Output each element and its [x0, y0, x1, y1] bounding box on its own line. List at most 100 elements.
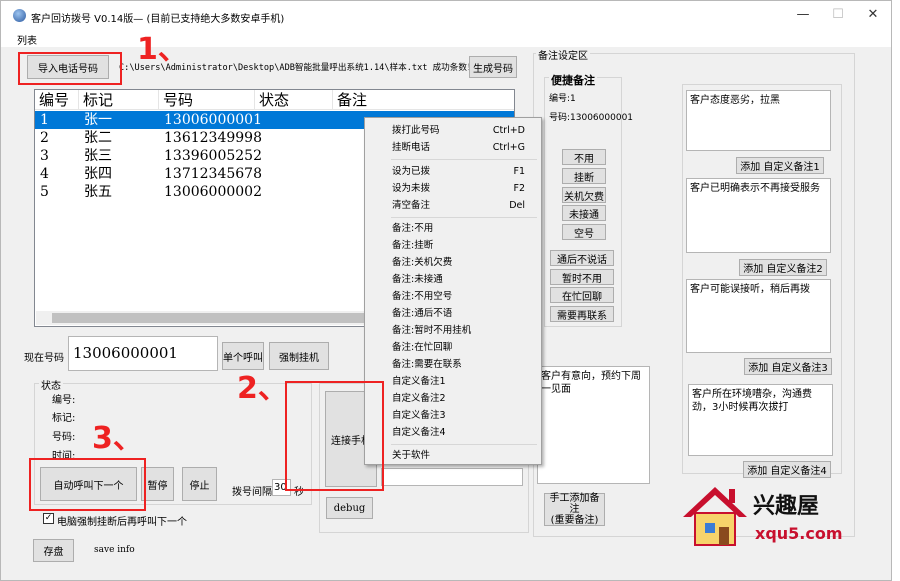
- maximize-icon[interactable]: ☐: [827, 5, 849, 25]
- annotation-1: 1、: [137, 32, 188, 67]
- force-hangup-checkbox[interactable]: ✓: [43, 513, 54, 524]
- menu-item-label: 设为已拨: [392, 166, 431, 177]
- menu-separator: [391, 444, 537, 445]
- menu-separator: [391, 159, 537, 160]
- note-silent-button[interactable]: 通后不说话: [550, 250, 614, 266]
- note-emptynumber-button[interactable]: 空号: [562, 224, 606, 240]
- menu-item-dial[interactable]: 拨打此号码 Ctrl+D: [365, 122, 541, 139]
- menu-item-hangup[interactable]: 挂断电话 Ctrl+G: [365, 139, 541, 156]
- menu-item-label: 清空备注: [392, 200, 431, 211]
- menu-item-note[interactable]: 备注:在忙回聊: [365, 339, 541, 356]
- add-custom-note-4-button[interactable]: 添加 自定义备注4: [743, 461, 831, 478]
- memo-field[interactable]: 客户有意向，预约下周一见面: [537, 366, 650, 484]
- menu-item-custom-note[interactable]: 自定义备注1: [365, 373, 541, 390]
- column-header-mark[interactable]: 标记: [79, 90, 159, 110]
- current-number-label: 现在号码: [24, 353, 64, 364]
- app-window: 客户回访拨号 V0.14版— (目前已支持绝大多数安卓手机) — ☐ ✕ 列表 …: [0, 0, 892, 581]
- cell-mark: 张二: [84, 130, 112, 146]
- note-id-text: 编号:1: [549, 94, 576, 104]
- annotation-3: 3、: [92, 421, 143, 456]
- cell-mark: 张五: [84, 184, 112, 200]
- column-header-phone[interactable]: 号码: [159, 90, 255, 110]
- menu-item-set-dialed[interactable]: 设为已拨 F1: [365, 163, 541, 180]
- cell-phone: 13712345678: [164, 166, 262, 182]
- cell-phone: 13396005252: [164, 148, 262, 164]
- menu-item-clear-note[interactable]: 清空备注 Del: [365, 197, 541, 214]
- app-icon: [13, 9, 26, 22]
- menu-item-label: 拨打此号码: [392, 125, 440, 136]
- menu-item-note[interactable]: 备注:未接通: [365, 271, 541, 288]
- menu-item-note[interactable]: 备注:不用: [365, 220, 541, 237]
- cell-id: 3: [40, 148, 49, 164]
- note-poweroff-button[interactable]: 关机欠费: [562, 187, 606, 203]
- menu-item-shortcut: F1: [513, 166, 525, 177]
- add-custom-note-3-button[interactable]: 添加 自定义备注3: [744, 358, 832, 375]
- save-info-text: save info: [94, 545, 135, 555]
- cell-phone: 13006000001: [164, 112, 262, 128]
- menu-item-note[interactable]: 备注:关机欠费: [365, 254, 541, 271]
- menu-item-about[interactable]: 关于软件: [365, 447, 541, 464]
- connect-info-field[interactable]: [381, 468, 523, 486]
- note-phone-text: 号码:13006000001: [549, 113, 634, 123]
- quick-notes-title: 便捷备注: [549, 72, 597, 88]
- save-button[interactable]: 存盘: [33, 539, 74, 562]
- close-icon[interactable]: ✕: [862, 5, 884, 25]
- note-unused-button[interactable]: 不用: [562, 149, 606, 165]
- add-custom-note-2-button[interactable]: 添加 自定义备注2: [739, 259, 827, 276]
- cell-mark: 张四: [84, 166, 112, 182]
- menu-item-set-undialed[interactable]: 设为未拨 F2: [365, 180, 541, 197]
- note-busy-button[interactable]: 在忙回聊: [550, 287, 614, 303]
- menu-bar: 列表: [1, 29, 891, 47]
- note-later-button[interactable]: 暂时不用: [550, 269, 614, 285]
- cell-mark: 张一: [84, 112, 112, 128]
- cell-id: 4: [40, 166, 49, 182]
- manual-add-note-button[interactable]: 手工添加备注 (重要备注): [544, 493, 605, 526]
- cell-phone: 13612349998: [164, 130, 262, 146]
- column-header-status[interactable]: 状态: [255, 90, 333, 110]
- generate-numbers-button[interactable]: 生成号码: [469, 56, 517, 78]
- status-mark-label: 标记:: [52, 413, 76, 424]
- note-hangup-button[interactable]: 挂断: [562, 168, 606, 184]
- cell-id: 2: [40, 130, 49, 146]
- house-logo-icon: [683, 487, 747, 546]
- column-header-note[interactable]: 备注: [333, 90, 514, 110]
- list-header: 编号 标记 号码 状态 备注: [35, 90, 514, 110]
- current-number-field[interactable]: 13006000001: [68, 336, 218, 371]
- custom-note-4-field[interactable]: 客户所在环境嘈杂，沟通费劲，3小时候再次拔打: [688, 384, 833, 456]
- menu-item-shortcut: F2: [513, 183, 525, 194]
- custom-note-3-field[interactable]: 客户可能误接听，稍后再拨: [686, 279, 831, 353]
- window-title: 客户回访拨号 V0.14版— (目前已支持绝大多数安卓手机): [31, 14, 285, 25]
- watermark-cn: 兴趣屋: [753, 494, 820, 519]
- debug-button[interactable]: debug: [326, 497, 373, 519]
- menu-item-note[interactable]: 备注:不用空号: [365, 288, 541, 305]
- checkbox-label: 电脑强制挂断后再呼叫下一个: [57, 517, 187, 528]
- cell-phone: 13006000002: [164, 184, 262, 200]
- add-custom-note-1-button[interactable]: 添加 自定义备注1: [736, 157, 824, 174]
- cell-mark: 张三: [84, 148, 112, 164]
- menu-item-label: 设为未拨: [392, 183, 431, 194]
- annotation-box-2: [285, 381, 384, 491]
- menu-item-shortcut: Del: [509, 200, 525, 211]
- menu-item-note[interactable]: 备注:暂时不用挂机: [365, 322, 541, 339]
- custom-note-1-field[interactable]: 客户态度恶劣，拉黑: [686, 90, 831, 151]
- menu-item-custom-note[interactable]: 自定义备注4: [365, 424, 541, 441]
- note-noanswer-button[interactable]: 未接通: [562, 205, 606, 221]
- interval-label: 拨号间隔: [232, 487, 272, 498]
- menu-list[interactable]: 列表: [17, 32, 37, 47]
- stop-button[interactable]: 停止: [182, 467, 217, 501]
- menu-item-custom-note[interactable]: 自定义备注2: [365, 390, 541, 407]
- menu-item-note[interactable]: 备注:通后不语: [365, 305, 541, 322]
- menu-item-note[interactable]: 备注:挂断: [365, 237, 541, 254]
- menu-item-note[interactable]: 备注:需要在联系: [365, 356, 541, 373]
- annotation-box-3: [29, 458, 146, 511]
- column-header-id[interactable]: 编号: [35, 90, 79, 110]
- custom-note-2-field[interactable]: 客户已明确表示不再接受服务: [686, 178, 831, 253]
- title-bar: 客户回访拨号 V0.14版— (目前已支持绝大多数安卓手机) — ☐ ✕: [1, 1, 891, 29]
- status-id-label: 编号:: [52, 395, 76, 406]
- menu-separator: [391, 217, 537, 218]
- cell-id: 5: [40, 184, 49, 200]
- menu-item-custom-note[interactable]: 自定义备注3: [365, 407, 541, 424]
- note-recontact-button[interactable]: 需要再联系: [550, 306, 614, 322]
- watermark-url: xqu5.com: [755, 524, 843, 543]
- minimize-icon[interactable]: —: [792, 5, 814, 25]
